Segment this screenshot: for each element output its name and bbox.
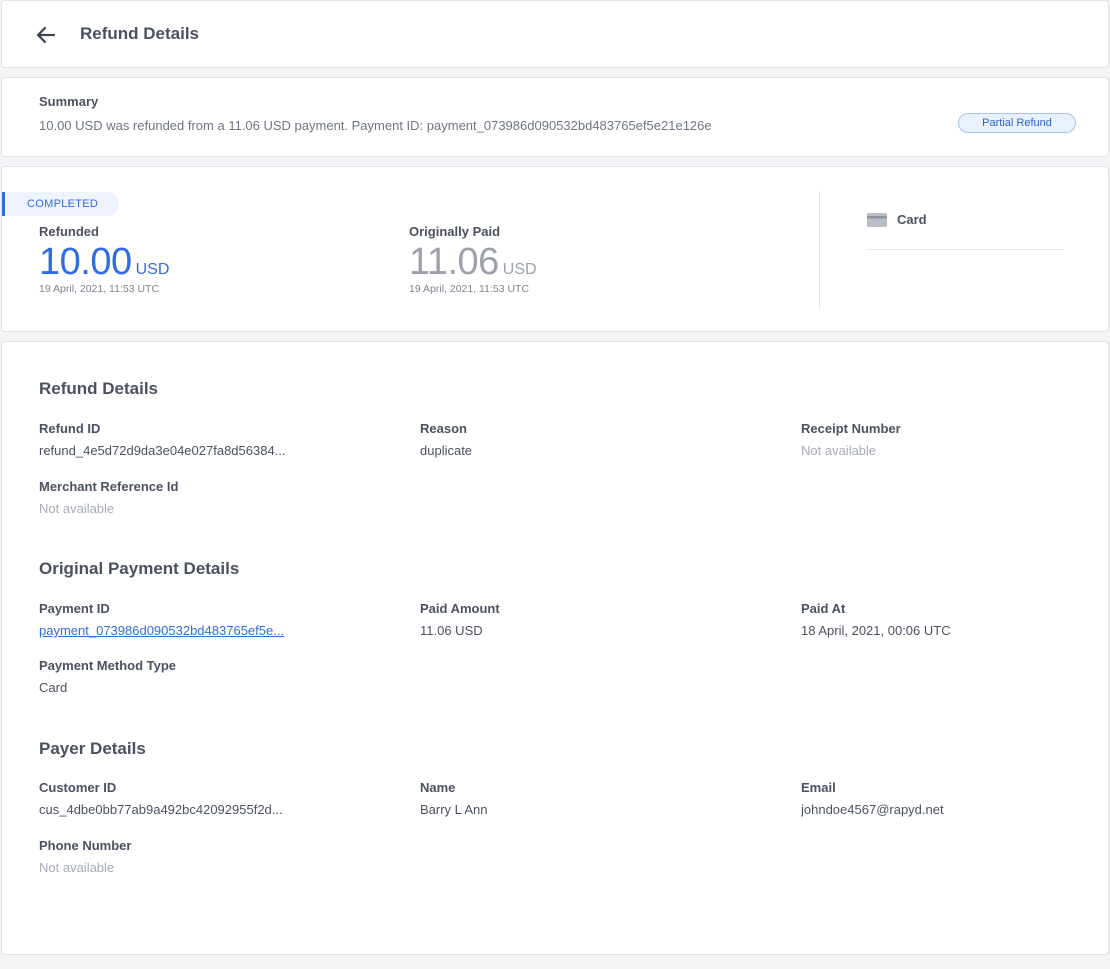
customer-id-value: cus_4dbe0bb77ab9a492bc42092955f2d... [39, 802, 283, 817]
reason-field: Reason duplicate [420, 421, 720, 458]
refund-type-badge: Partial Refund [958, 113, 1076, 133]
merchant-reference-label: Merchant Reference Id [39, 479, 179, 494]
paid-at-field: Paid At 18 April, 2021, 00:06 UTC [801, 601, 1101, 638]
refund-details-title: Refund Details [39, 379, 159, 398]
refunded-currency: USD [135, 261, 170, 278]
method-divider [867, 249, 1063, 250]
refund-id-label: Refund ID [39, 421, 101, 436]
payer-details-title: Payer Details [39, 739, 146, 758]
email-value: johndoe4567@rapyd.net [801, 802, 944, 817]
payment-id-field: Payment ID payment_073986d090532bd483765… [39, 601, 339, 638]
original-label: Originally Paid [409, 224, 501, 239]
name-field: Name Barry L Ann [420, 780, 720, 817]
payment-method-type-value: Card [39, 680, 68, 695]
status-badge: COMPLETED [2, 192, 119, 216]
page-header: Refund Details [1, 0, 1109, 68]
refund-id-field: Refund ID refund_4e5d72d9da3e04e027fa8d5… [39, 421, 339, 458]
receipt-number-value: Not available [801, 443, 877, 458]
refunded-label: Refunded [39, 224, 99, 239]
refunded-amount-block: Refunded 10.00 USD 19 April, 2021, 11:53 … [39, 224, 169, 295]
email-label: Email [801, 780, 836, 795]
summary-text: 10.00 USD was refunded from a 11.06 USD … [39, 118, 712, 133]
refund-id-value: refund_4e5d72d9da3e04e027fa8d56384... [39, 443, 286, 458]
name-value: Barry L Ann [420, 802, 488, 817]
payment-id-label: Payment ID [39, 601, 110, 616]
summary-card: Summary 10.00 USD was refunded from a 11… [1, 77, 1109, 157]
summary-label: Summary [39, 94, 99, 109]
customer-id-label: Customer ID [39, 780, 117, 795]
receipt-number-field: Receipt Number Not available [801, 421, 1101, 458]
paid-amount-label: Paid Amount [420, 601, 500, 616]
customer-id-field: Customer ID cus_4dbe0bb77ab9a492bc420929… [39, 780, 339, 817]
refunded-value: 10.00 [39, 241, 132, 283]
reason-label: Reason [420, 421, 467, 436]
page-title: Refund Details [80, 24, 200, 43]
original-currency: USD [502, 261, 537, 278]
refunded-date: 19 April, 2021, 11:53 UTC [39, 283, 160, 295]
name-label: Name [420, 780, 456, 795]
original-value: 11.06 [409, 241, 499, 283]
details-card: Refund Details Refund ID refund_4e5d72d9… [1, 341, 1109, 955]
back-arrow-icon[interactable] [32, 21, 60, 49]
phone-number-label: Phone Number [39, 838, 132, 853]
email-field: Email johndoe4567@rapyd.net [801, 780, 1101, 817]
amounts-card: COMPLETED Refunded 10.00 USD 19 April, 20… [1, 166, 1109, 332]
payment-method-label: Card [897, 212, 927, 227]
merchant-reference-field: Merchant Reference Id Not available [39, 479, 339, 516]
paid-amount-field: Paid Amount 11.06 USD [420, 601, 720, 638]
original-amount-block: Originally Paid 11.06 USD 19 April, 2021,… [409, 224, 537, 295]
payment-id-link[interactable]: payment_073986d090532bd483765ef5e... [39, 623, 339, 638]
credit-card-icon [867, 212, 887, 228]
merchant-reference-value: Not available [39, 501, 115, 516]
paid-at-label: Paid At [801, 601, 846, 616]
payment-details-title: Original Payment Details [39, 559, 240, 578]
receipt-number-label: Receipt Number [801, 421, 901, 436]
paid-amount-value: 11.06 USD [420, 623, 483, 638]
paid-at-value: 18 April, 2021, 00:06 UTC [801, 623, 951, 638]
reason-value: duplicate [420, 443, 473, 458]
original-date: 19 April, 2021, 11:53 UTC [409, 283, 530, 295]
payment-method-type-label: Payment Method Type [39, 658, 177, 673]
phone-number-value: Not available [39, 860, 115, 875]
vertical-divider [819, 191, 820, 309]
payment-method-type-field: Payment Method Type Card [39, 658, 339, 695]
phone-number-field: Phone Number Not available [39, 838, 339, 875]
